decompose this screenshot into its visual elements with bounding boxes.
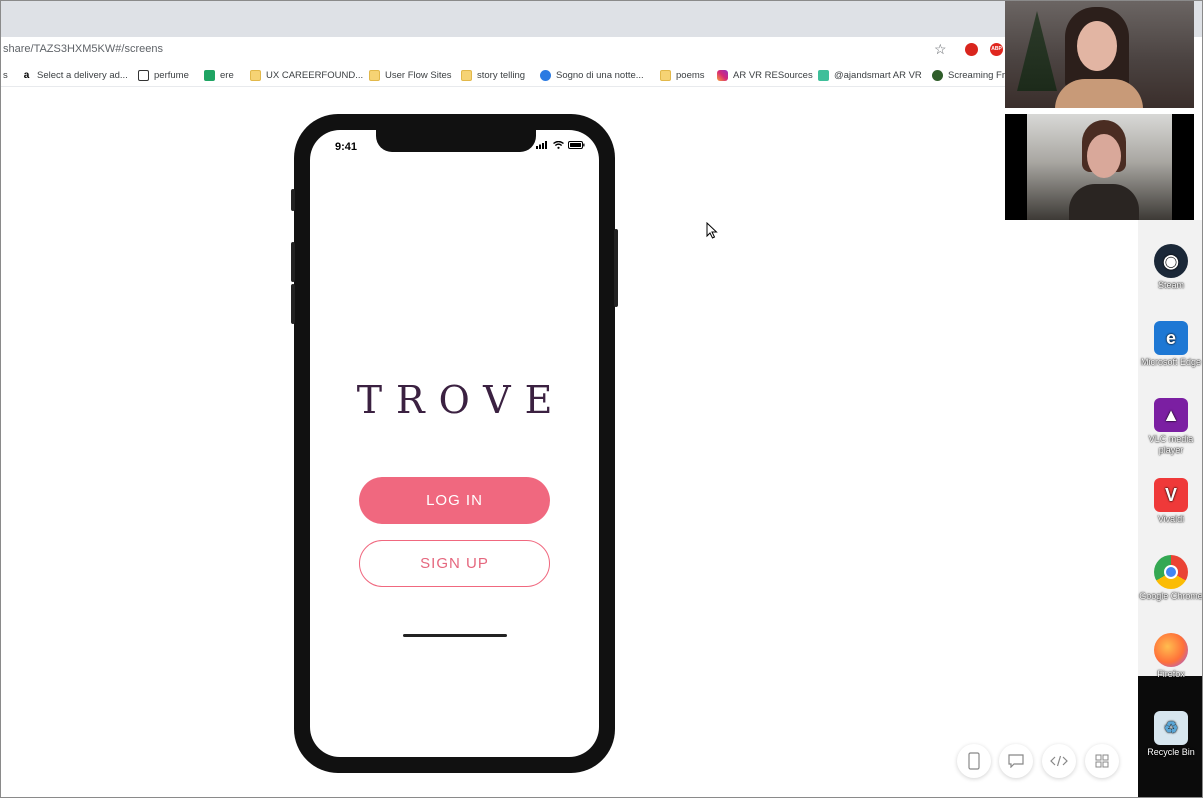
instagram-icon — [717, 69, 728, 81]
participant-2-face — [1087, 134, 1121, 178]
desktop-icon-firefox[interactable]: Firefox — [1138, 633, 1202, 680]
bookmark-label: AR VR RESources — [733, 69, 813, 81]
code-icon — [1050, 755, 1068, 767]
participant-2-background — [1027, 114, 1172, 220]
inspect-code-button[interactable] — [1042, 744, 1076, 778]
desktop-icon-label: Firefox — [1157, 669, 1185, 679]
wifi-icon — [553, 141, 564, 149]
desktop-icon-vlc[interactable]: ▲ VLC media player — [1138, 398, 1202, 456]
desktop-icon-label: Steam — [1157, 280, 1184, 290]
battery-icon — [568, 141, 585, 149]
grid-icon — [1095, 754, 1109, 768]
desktop-icon-label: Recycle Bin — [1147, 747, 1195, 757]
bookmark-item[interactable]: Screaming Fr — [932, 68, 1005, 82]
mute-switch — [291, 189, 295, 211]
desktop-icon-vivaldi[interactable]: V Vivaldi — [1138, 478, 1202, 525]
desktop-icon-steam[interactable]: ◉ Steam — [1138, 244, 1202, 291]
folder-icon — [461, 69, 472, 81]
bookmark-item[interactable]: UX CAREERFOUND... — [250, 68, 363, 82]
bookmark-item[interactable]: ere — [204, 68, 234, 82]
phone-screen: 9:41 TROVE LOG IN SIGN UP — [310, 130, 599, 757]
vlc-icon: ▲ — [1154, 398, 1188, 432]
bookmark-label: Select a delivery ad... — [37, 69, 128, 81]
bookmark-item[interactable]: @ajandsmart AR VR — [818, 68, 922, 82]
edge-icon: e — [1154, 321, 1188, 355]
bookmark-label: Screaming Fr — [948, 69, 1006, 81]
bookmark-item[interactable]: story telling — [461, 68, 525, 82]
christmas-tree — [1017, 11, 1057, 91]
bookmark-label: Sogno di una notte... — [556, 69, 644, 81]
desktop-icon-chrome[interactable]: Google Chrome — [1138, 555, 1203, 602]
url-text[interactable]: share/TAZS3HXM5KW#/screens — [3, 43, 163, 55]
device-view-button[interactable] — [957, 744, 991, 778]
bookmark-label: perfume — [154, 69, 189, 81]
app-logo: TROVE — [356, 378, 567, 422]
bookmark-item[interactable]: perfume — [138, 68, 189, 82]
recycle-bin-icon: ♻ — [1154, 711, 1188, 745]
adblock-extension-icon[interactable]: ABP — [990, 43, 1003, 56]
bookmark-item[interactable]: s — [3, 68, 8, 82]
desktop-icon-label: Microsoft Edge — [1140, 357, 1202, 367]
fragrance-site-icon — [138, 69, 149, 81]
comment-icon — [1008, 754, 1024, 768]
screen-root: share/TAZS3HXM5KW#/screens ☆ ABP s a Sel… — [0, 0, 1203, 798]
login-button[interactable]: LOG IN — [359, 477, 550, 524]
home-indicator — [403, 634, 507, 637]
desktop-icon-recycle-bin[interactable]: ♻ Recycle Bin — [1138, 711, 1202, 758]
bookmark-item[interactable]: User Flow Sites — [369, 68, 452, 82]
amazon-icon: a — [21, 69, 32, 81]
bookmark-label: @ajandsmart AR VR — [834, 69, 922, 81]
volume-up-button — [291, 242, 295, 282]
participant-1-face — [1077, 21, 1117, 71]
folder-icon — [660, 69, 671, 81]
sheets-icon — [204, 69, 215, 81]
chrome-icon — [1154, 555, 1188, 589]
comments-button[interactable] — [999, 744, 1033, 778]
phone-mockup: 9:41 TROVE LOG IN SIGN UP — [291, 114, 618, 773]
phone-notch — [376, 130, 536, 152]
site-icon — [540, 69, 551, 81]
power-button — [614, 229, 618, 307]
firefox-icon — [1154, 633, 1188, 667]
signal-icon — [536, 141, 547, 149]
folder-icon — [369, 69, 380, 81]
site-icon — [932, 69, 943, 81]
desktop-icon-label: Vivaldi — [1157, 514, 1185, 524]
desktop-icon-label: VLC media player — [1148, 434, 1194, 455]
desktop-icon-edge[interactable]: e Microsoft Edge — [1138, 321, 1202, 368]
video-feed-participant-2[interactable] — [1005, 114, 1194, 220]
bookmark-label: User Flow Sites — [385, 69, 452, 81]
extension-icon[interactable] — [965, 43, 978, 56]
bookmark-item[interactable]: AR VR RESources — [717, 68, 813, 82]
bookmark-label: ere — [220, 69, 234, 81]
bookmark-star-icon[interactable]: ☆ — [934, 41, 947, 58]
bookmark-label: poems — [676, 69, 705, 81]
participant-1-body — [1055, 79, 1143, 108]
phone-device-icon — [968, 752, 980, 770]
bookmarks-bar: s a Select a delivery ad... perfume ere … — [1, 63, 1011, 87]
mouse-cursor-icon — [706, 222, 718, 239]
signup-button[interactable]: SIGN UP — [359, 540, 550, 587]
vivaldi-icon: V — [1154, 478, 1188, 512]
video-feed-participant-1[interactable] — [1005, 1, 1194, 108]
steam-icon: ◉ — [1154, 244, 1188, 278]
bookmark-item[interactable]: poems — [660, 68, 705, 82]
bookmark-item[interactable]: a Select a delivery ad... — [21, 68, 128, 82]
volume-down-button — [291, 284, 295, 324]
participant-2-body — [1069, 184, 1139, 220]
status-time: 9:41 — [335, 141, 358, 153]
bookmark-label: UX CAREERFOUND... — [266, 69, 364, 81]
status-icons — [536, 141, 585, 149]
desktop-icon-label: Google Chrome — [1139, 591, 1203, 601]
bookmark-item[interactable]: Sogno di una notte... — [540, 68, 644, 82]
bookmark-label: story telling — [477, 69, 526, 81]
site-icon — [818, 69, 829, 81]
bookmark-label: s — [3, 69, 8, 81]
screens-grid-button[interactable] — [1085, 744, 1119, 778]
folder-icon — [250, 69, 261, 81]
